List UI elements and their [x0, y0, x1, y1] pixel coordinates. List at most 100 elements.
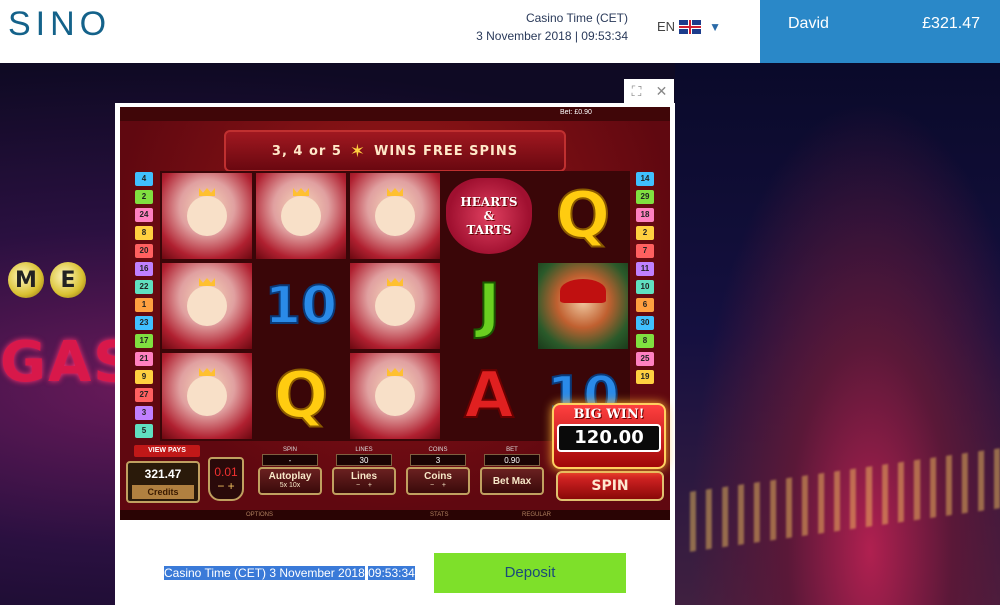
account-balance: £321.47 [922, 15, 980, 32]
queen-symbol [162, 263, 252, 349]
banner-prefix: 3, 4 or 5 [271, 143, 342, 159]
bet-max-button[interactable]: Bet Max [480, 467, 544, 495]
credits-display: 321.47 Credits [126, 461, 200, 503]
payline-number: 8 [636, 334, 654, 348]
site-header: SINO Casino Time (CET) 3 November 2018 |… [0, 0, 1000, 63]
payline-number: 6 [636, 298, 654, 312]
coin-value: 0.01 [214, 465, 238, 479]
payline-number: 30 [636, 316, 654, 330]
payline-number: 22 [135, 280, 153, 294]
footer-casino-time: Casino Time (CET) 3 November 2018 09:53:… [164, 566, 415, 580]
coin-value-adjust-icon[interactable]: − + [210, 479, 242, 493]
slot-game[interactable]: Bet: £0.90 3, 4 or 5 ✶ WINS FREE SPINS 4… [120, 107, 670, 520]
reels-grid: 10 Q HEARTS & TARTS J A Q 10 [160, 171, 630, 441]
payline-indicators-left: 4 2 24 8 20 16 22 1 23 17 21 9 27 3 5 [135, 172, 155, 442]
payline-number: 8 [135, 226, 153, 240]
payline-number: 7 [636, 244, 654, 258]
ace-symbol: A [463, 358, 515, 434]
lines-button[interactable]: Lines − + [332, 467, 396, 495]
payline-number: 27 [135, 388, 153, 402]
credits-value: 321.47 [144, 467, 182, 481]
payline-number: 11 [636, 262, 654, 276]
big-win-popup: BIG WIN! 120.00 [552, 403, 666, 469]
payline-number: 18 [636, 208, 654, 222]
game-top-bar: Bet: £0.90 [120, 107, 670, 121]
payline-number: 3 [135, 406, 153, 420]
language-selector[interactable]: EN ▼ [657, 19, 721, 34]
lines-value: 30 [336, 454, 392, 466]
payline-number: 19 [636, 370, 654, 384]
queen-symbol [162, 173, 252, 259]
bet-caption: BET [506, 447, 518, 453]
queen-card-symbol: Q [273, 358, 329, 434]
spin-button[interactable]: SPIN [556, 471, 664, 501]
coin-value-selector[interactable]: 0.01 − + [208, 457, 244, 501]
bet-indicator: Bet: £0.90 [560, 109, 592, 116]
credits-label: Credits [132, 485, 194, 499]
autoplay-control: SPIN - Autoplay 5x 10x [258, 447, 322, 503]
caret-down-icon: ▼ [709, 19, 721, 34]
payline-number: 23 [135, 316, 153, 330]
lines-caption: LINES [355, 447, 373, 453]
casino-time: Casino Time (CET) 3 November 2018 | 09:5… [470, 11, 628, 43]
uk-flag-icon [679, 19, 702, 34]
options-tab[interactable]: OPTIONS [246, 512, 273, 518]
payline-number: 4 [135, 172, 153, 186]
deposit-button[interactable]: Deposit [434, 553, 626, 593]
payline-number: 17 [135, 334, 153, 348]
payline-number: 5 [135, 424, 153, 438]
regular-tab[interactable]: REGULAR [522, 512, 551, 518]
banner-suffix: WINS FREE SPINS [374, 143, 519, 159]
payline-number: 25 [636, 352, 654, 366]
spin-count: - [262, 454, 318, 466]
lines-control: LINES 30 Lines − + [332, 447, 396, 503]
casino-time-value: 3 November 2018 | 09:53:34 [476, 29, 628, 43]
coins-caption: COINS [428, 447, 448, 453]
queen-symbol [350, 353, 440, 439]
payline-number: 2 [135, 190, 153, 204]
queen-card-symbol: Q [555, 178, 611, 254]
payline-number: 2 [636, 226, 654, 240]
spin-caption: SPIN [282, 447, 297, 453]
username[interactable]: David [788, 15, 829, 33]
knave-symbol [538, 263, 628, 349]
jack-symbol: J [477, 270, 501, 342]
big-win-amount: 120.00 [557, 424, 661, 452]
bet-value: 0.90 [484, 454, 540, 466]
stats-tab[interactable]: STATS [430, 512, 448, 518]
site-logo[interactable]: SINO [8, 5, 111, 44]
queen-symbol [256, 173, 346, 259]
queen-symbol [350, 173, 440, 259]
payline-number: 24 [135, 208, 153, 222]
hearts-and-tarts-logo-symbol: HEARTS & TARTS [444, 173, 534, 259]
payline-number: 29 [636, 190, 654, 204]
payline-number: 20 [135, 244, 153, 258]
payline-number: 9 [135, 370, 153, 384]
queen-symbol [162, 353, 252, 439]
sign-ball: M [8, 262, 44, 298]
sign-ball: E [50, 262, 86, 298]
payline-number: 14 [636, 172, 654, 186]
ten-symbol: 10 [264, 275, 338, 337]
coins-value: 3 [410, 454, 466, 466]
close-icon[interactable]: ✕ [649, 79, 674, 103]
bet-control: BET 0.90 Bet Max [480, 447, 544, 503]
footer-time-clock: 09:53:34 [368, 566, 415, 580]
language-code: EN [657, 19, 676, 34]
payline-number: 21 [135, 352, 153, 366]
payline-indicators-right: 14 29 18 2 7 11 10 6 30 8 25 19 [636, 172, 656, 388]
game-bottom-bar: OPTIONS STATS REGULAR [120, 510, 670, 520]
autoplay-button[interactable]: Autoplay 5x 10x [258, 467, 322, 495]
account-panel[interactable]: David £321.47 [760, 0, 1000, 63]
free-spins-banner: 3, 4 or 5 ✶ WINS FREE SPINS [224, 130, 566, 172]
coins-control: COINS 3 Coins − + [406, 447, 470, 503]
big-win-label: BIG WIN! [573, 407, 645, 422]
fullscreen-icon[interactable]: ⛶ [624, 79, 649, 103]
coins-button[interactable]: Coins − + [406, 467, 470, 495]
payline-number: 16 [135, 262, 153, 276]
payline-number: 1 [135, 298, 153, 312]
payline-number: 10 [636, 280, 654, 294]
casino-time-label: Casino Time (CET) [525, 11, 628, 25]
footer-time-date: Casino Time (CET) 3 November 2018 [164, 566, 365, 580]
scatter-tart-icon: ✶ [349, 140, 366, 162]
